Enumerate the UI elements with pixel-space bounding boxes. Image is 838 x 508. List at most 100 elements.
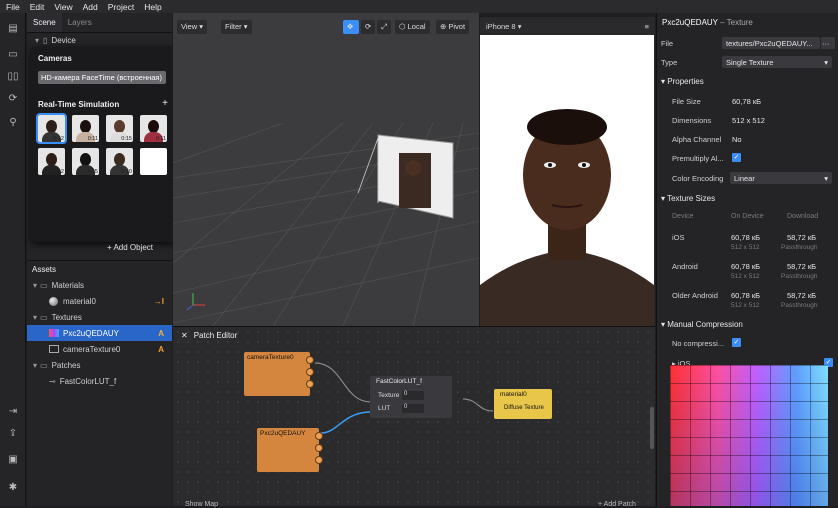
- menu-edit[interactable]: Edit: [30, 2, 45, 12]
- asset-item-patch[interactable]: ⊸ FastColorLUT_f: [27, 373, 172, 389]
- device-row[interactable]: ▾ ▯ Device: [27, 33, 172, 48]
- scene-icon[interactable]: ▤: [7, 23, 19, 34]
- scale-icon[interactable]: ⤢: [377, 20, 391, 34]
- viewport-grid: [173, 122, 479, 326]
- simulation-thumb[interactable]: 0:10: [106, 148, 133, 175]
- menu-help[interactable]: Help: [144, 2, 161, 12]
- add-simulation-button[interactable]: +: [162, 99, 168, 109]
- share-icon[interactable]: ⇪: [7, 428, 19, 439]
- patch-icon: ⊸: [49, 376, 56, 386]
- simulation-title: Real-Time Simulation: [38, 100, 120, 109]
- rotate-icon[interactable]: ⟳: [361, 20, 375, 34]
- node-title: Pxc2uQEDAUY: [260, 430, 306, 437]
- menu-project[interactable]: Project: [108, 2, 134, 12]
- simulation-thumb[interactable]: 0:12: [38, 148, 65, 175]
- asset-item-material0[interactable]: material0 →I: [27, 293, 172, 309]
- node-port[interactable]: [306, 368, 314, 376]
- node-title: FastColorLUT_f: [376, 378, 422, 385]
- type-dropdown[interactable]: Single Texture ▾: [722, 56, 832, 68]
- filter-dropdown[interactable]: Filter ▾: [221, 20, 252, 34]
- pivot-button[interactable]: ⊕ Pivot: [436, 20, 470, 34]
- simulation-thumbnails: 0:12 0:11 0:15 0:11 0:12 0:15 0:10: [36, 113, 168, 175]
- lut-value-field[interactable]: 0: [402, 404, 424, 413]
- export-icon[interactable]: ⇥: [7, 406, 19, 417]
- assets-panel: Assets ▾ ▭ Materials material0 →I ▾ ▭ Te…: [27, 260, 172, 506]
- add-patch-button[interactable]: + Add Patch: [598, 501, 636, 508]
- asset-folder-textures[interactable]: ▾ ▭ Textures: [27, 309, 172, 325]
- simulation-thumb-empty[interactable]: [140, 148, 167, 175]
- folder-icon: ▭: [40, 360, 48, 370]
- asset-badge: A: [158, 328, 164, 338]
- folder-icon[interactable]: ▣: [7, 454, 19, 465]
- premultiply-label: Premultiply Al...: [672, 154, 724, 163]
- patch-editor[interactable]: ✕ Patch Editor cameraTexture0 Pxc2uQEDAU…: [173, 326, 655, 508]
- col-download: Download: [787, 213, 819, 220]
- patch-node-cameratexture[interactable]: cameraTexture0: [244, 352, 314, 396]
- simulation-thumb[interactable]: 0:11: [140, 115, 167, 142]
- texture-sizes-header[interactable]: ▾ Texture Sizes: [661, 194, 715, 203]
- file-size-value: 60,78 кБ: [732, 97, 762, 106]
- node-port[interactable]: [315, 456, 323, 464]
- properties-header[interactable]: ▾ Properties: [661, 77, 704, 86]
- simulation-thumb[interactable]: 0:15: [72, 148, 99, 175]
- view-dropdown[interactable]: View ▾: [177, 20, 207, 34]
- refresh-icon[interactable]: ⟳: [7, 93, 19, 104]
- tab-layers[interactable]: Layers: [62, 13, 98, 32]
- patch-node-texture[interactable]: Pxc2uQEDAUY: [257, 428, 323, 472]
- columns-icon[interactable]: ▯▯: [7, 71, 19, 82]
- device-dropdown[interactable]: iPhone 8 ▾: [486, 22, 521, 31]
- patch-scrollbar[interactable]: [650, 407, 654, 449]
- menu-view[interactable]: View: [54, 2, 72, 12]
- node-port[interactable]: [315, 432, 323, 440]
- file-field[interactable]: textures/Pxc2uQEDAUY...: [722, 37, 820, 49]
- alpha-label: Alpha Channel: [672, 135, 722, 144]
- inspector-panel: Pxc2uQEDAUY – Texture File textures/Pxc2…: [656, 13, 838, 506]
- size-ondevice-sub: 512 x 512: [731, 244, 760, 251]
- bug-icon[interactable]: ✱: [7, 482, 19, 493]
- camera-icon[interactable]: ▭: [7, 49, 19, 60]
- size-ondevice: 60,78 кБ: [731, 262, 761, 271]
- show-map-button[interactable]: Show Map: [185, 501, 218, 508]
- add-object-button[interactable]: + Add Object: [107, 243, 153, 252]
- no-compression-label: No compressi...: [672, 339, 725, 348]
- simulation-thumb[interactable]: 0:15: [106, 115, 133, 142]
- file-browse-button[interactable]: ···: [821, 37, 835, 49]
- no-compression-checkbox[interactable]: ✓: [732, 338, 741, 347]
- sphere-icon: [49, 296, 58, 306]
- encoding-dropdown[interactable]: Linear ▾: [730, 172, 832, 184]
- col-ondevice: On Device: [731, 213, 764, 220]
- manual-compression-header[interactable]: ▾ Manual Compression: [661, 320, 743, 329]
- lut-input-texture: Texture: [378, 392, 400, 399]
- node-port[interactable]: [306, 380, 314, 388]
- size-download: 58,72 кБ: [787, 233, 817, 242]
- phone-preview-screen[interactable]: [480, 35, 654, 339]
- patch-node-fastcolorlut[interactable]: FastColorLUT_f Texture 0 LUT 0: [370, 376, 452, 418]
- premultiply-checkbox[interactable]: ✓: [732, 153, 741, 162]
- viewport[interactable]: [173, 13, 479, 326]
- phone-icon: ▯: [43, 36, 48, 45]
- local-button[interactable]: ⬡ Local: [395, 20, 430, 34]
- size-ondevice: 60,78 кБ: [731, 233, 761, 242]
- patch-node-material[interactable]: material0 Diffuse Texture: [494, 389, 552, 419]
- inspector-title: Pxc2uQEDAUY: [662, 18, 718, 27]
- size-download-sub: Passthrough: [781, 302, 818, 309]
- node-port[interactable]: [315, 444, 323, 452]
- asset-folder-patches[interactable]: ▾ ▭ Patches: [27, 357, 172, 373]
- asset-item-cameratexture[interactable]: cameraTexture0 A: [27, 341, 172, 357]
- camera-dropdown[interactable]: HD-камера FaceTime (встроенная): [38, 71, 166, 84]
- asset-item-texture-selected[interactable]: Pxc2uQEDAUY A: [27, 325, 172, 341]
- node-port[interactable]: [306, 356, 314, 364]
- dimensions-value: 512 x 512: [732, 116, 765, 125]
- simulation-thumb[interactable]: 0:11: [72, 115, 99, 142]
- menu-file[interactable]: File: [6, 2, 20, 12]
- zoom-icon[interactable]: ⚲: [7, 117, 19, 128]
- move-icon[interactable]: ✥: [343, 20, 359, 34]
- asset-label: cameraTexture0: [63, 344, 121, 354]
- simulation-thumb[interactable]: 0:12: [36, 113, 67, 144]
- tab-scene[interactable]: Scene: [27, 13, 62, 32]
- menu-add[interactable]: Add: [83, 2, 98, 12]
- lut-value-field[interactable]: 0: [402, 391, 424, 400]
- size-download-sub: Passthrough: [781, 273, 818, 280]
- menu-icon[interactable]: ≡: [645, 22, 649, 31]
- asset-folder-materials[interactable]: ▾ ▭ Materials: [27, 277, 172, 293]
